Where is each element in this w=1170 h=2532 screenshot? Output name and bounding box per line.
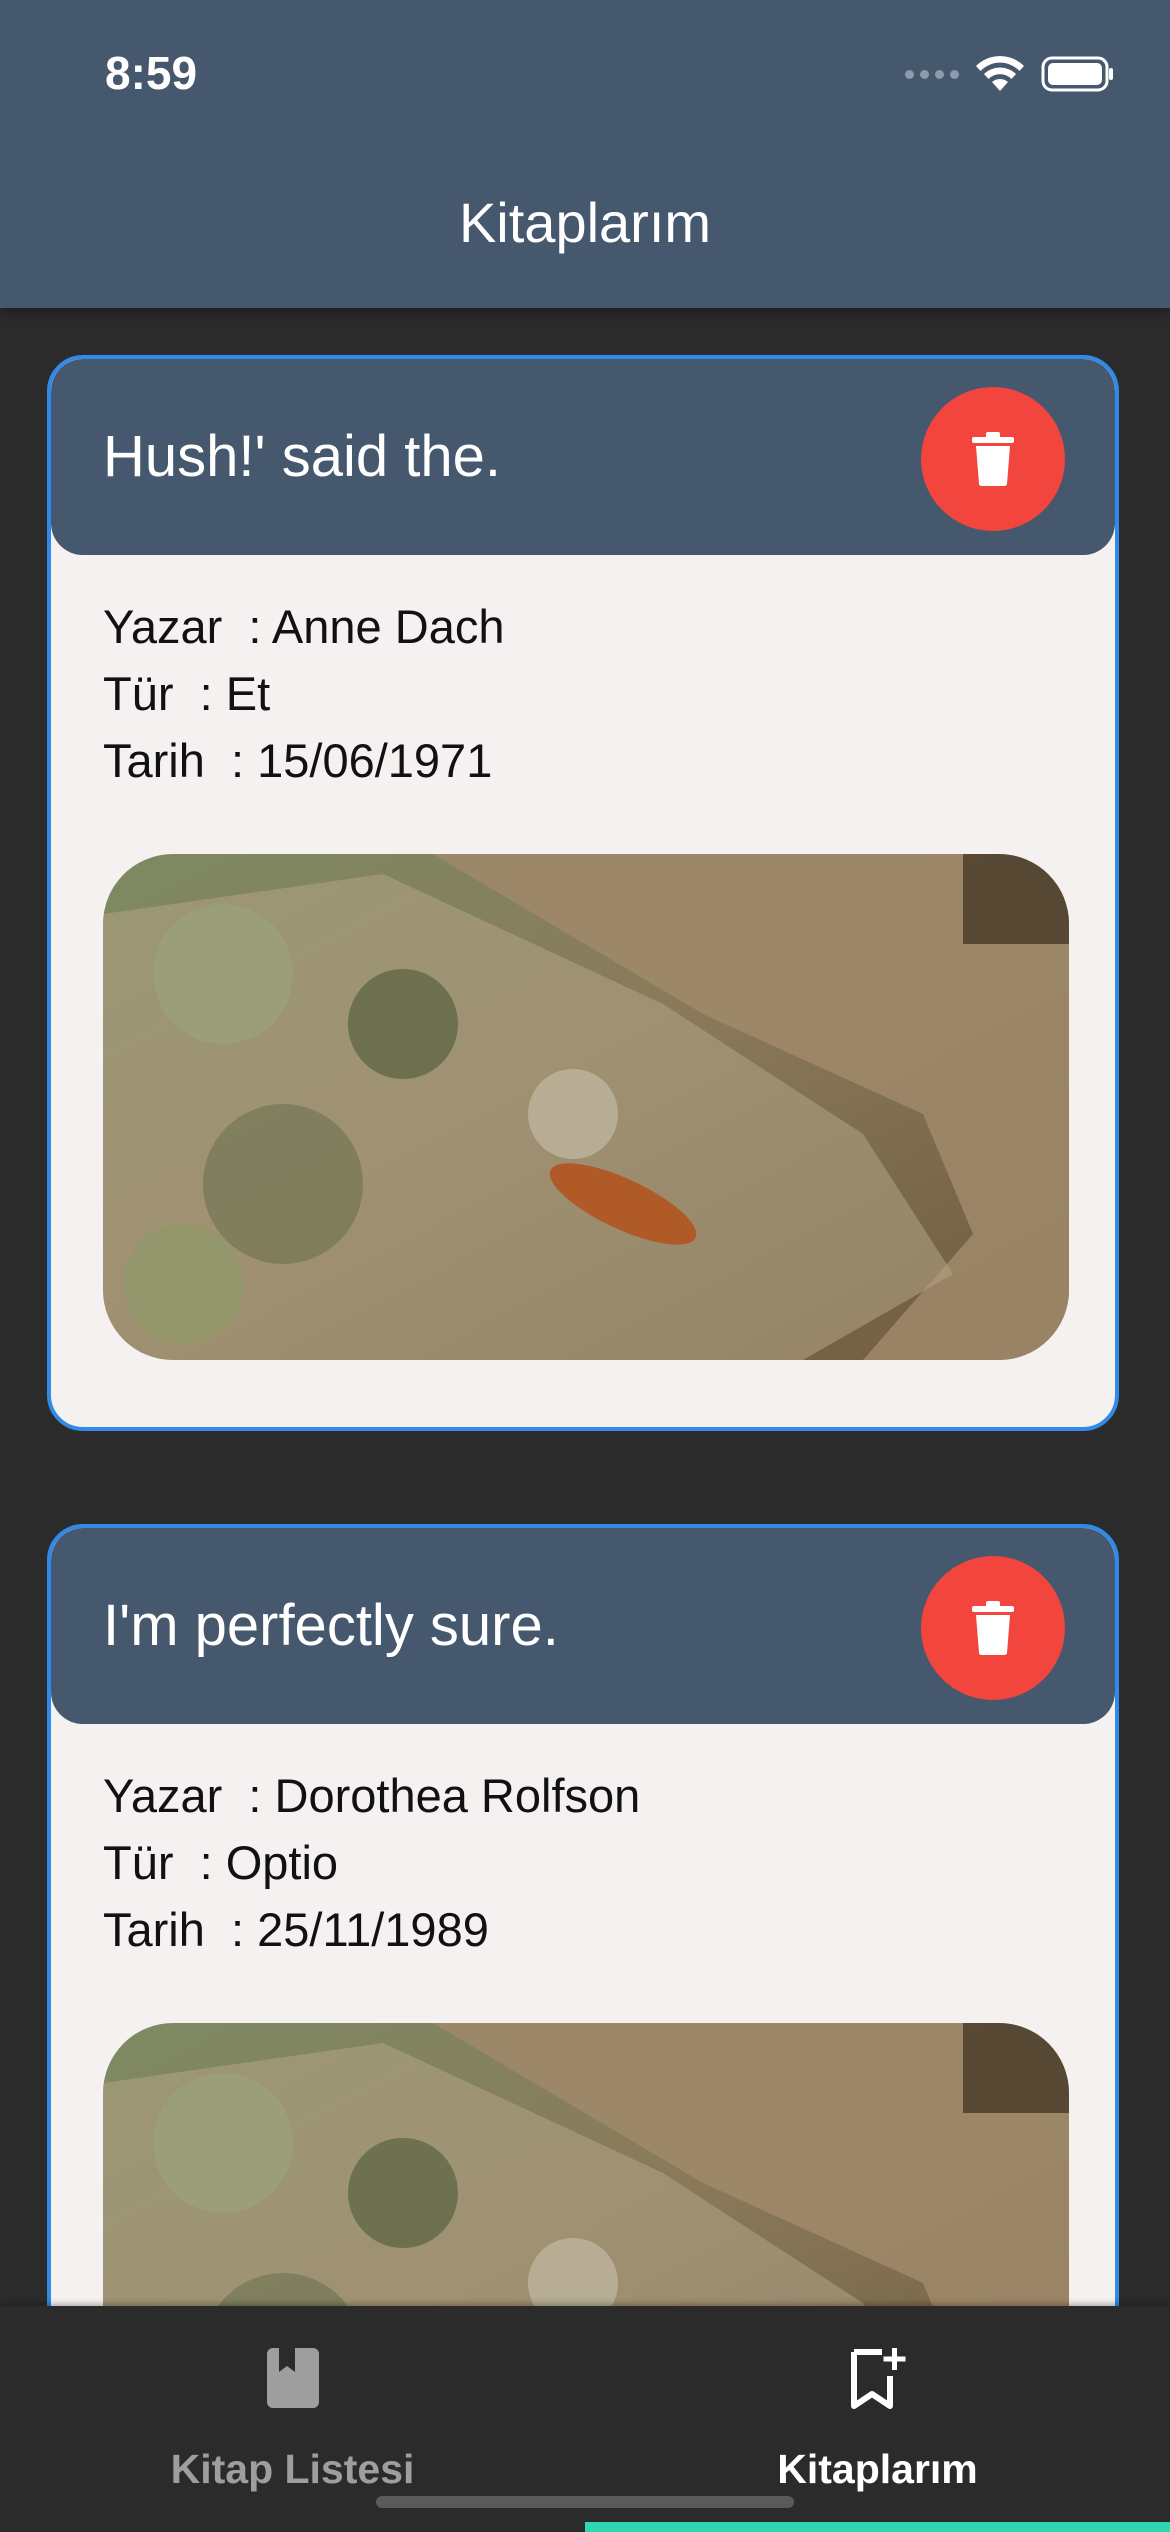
- book-details: Yazar : Anne Dach Tür : Et Tarih : 15/06…: [51, 555, 1115, 1360]
- nav-label: Kitap Listesi: [170, 2446, 415, 2492]
- app-bar: 8:59 Kitaplarım: [0, 0, 1170, 308]
- wifi-icon: [976, 56, 1024, 91]
- book-list[interactable]: Hush!' said the. Yazar : Anne Dach Tür :…: [0, 308, 1170, 2306]
- active-tab-indicator: [585, 2522, 1170, 2532]
- book-card-header: I'm perfectly sure.: [51, 1528, 1115, 1724]
- delete-book-button[interactable]: [921, 1556, 1065, 1700]
- delete-book-button[interactable]: [921, 387, 1065, 531]
- book-genre: Tür : Et: [103, 667, 271, 720]
- book-card: Hush!' said the. Yazar : Anne Dach Tür :…: [47, 355, 1119, 1431]
- home-indicator: [376, 2496, 794, 2508]
- bookmark-add-icon: [850, 2348, 905, 2409]
- book-card-header: Hush!' said the.: [51, 359, 1115, 555]
- trash-icon: [972, 1601, 1014, 1655]
- book-genre: Tür : Optio: [103, 1836, 339, 1889]
- book-title: Hush!' said the.: [103, 424, 501, 489]
- book-details: Yazar : Dorothea Rolfson Tür : Optio Tar…: [51, 1724, 1115, 2306]
- book-icon: [266, 2348, 319, 2408]
- book-author: Yazar : Anne Dach: [103, 600, 505, 653]
- nav-label: Kitaplarım: [777, 2446, 978, 2492]
- page-title: Kitaplarım: [458, 191, 712, 254]
- book-author: Yazar : Dorothea Rolfson: [103, 1769, 641, 1822]
- trash-icon: [972, 432, 1014, 486]
- book-cover-image: [103, 854, 1069, 1360]
- battery-icon: [1041, 56, 1113, 92]
- book-card: I'm perfectly sure. Yazar : Dorothea Rol…: [47, 1524, 1119, 2306]
- status-time: 8:59: [105, 47, 198, 99]
- book-cover-image: [103, 2023, 1069, 2306]
- signal-dots-icon: [905, 69, 959, 79]
- book-date: Tarih : 15/06/1971: [103, 734, 493, 787]
- book-title: I'm perfectly sure.: [103, 1593, 559, 1658]
- status-icons: [905, 52, 1115, 96]
- book-date: Tarih : 25/11/1989: [103, 1903, 489, 1956]
